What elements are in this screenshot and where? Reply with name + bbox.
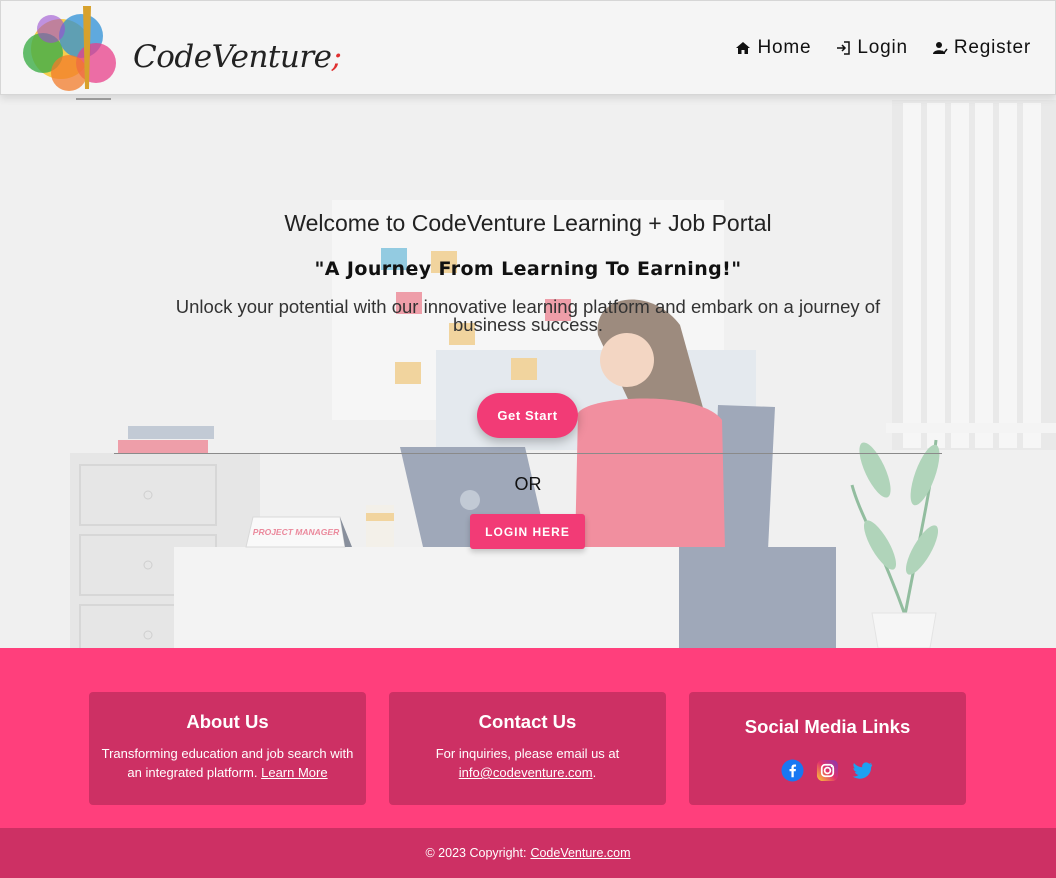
contact-us-text: For inquiries, please email us at info@co… xyxy=(435,746,620,780)
nav-login[interactable]: Login xyxy=(835,37,908,59)
contact-us-title: Contact Us xyxy=(478,711,577,732)
or-separator: OR xyxy=(514,474,542,494)
email-link[interactable]: info@codeventure.com xyxy=(459,765,593,780)
nameplate-text: PROJECT MANAGER xyxy=(253,527,340,537)
copyright-link[interactable]: CodeVenture.com xyxy=(530,846,630,860)
divider xyxy=(114,453,942,454)
hero-subtitle: "A Journey From Learning To Earning!" xyxy=(314,258,742,280)
login-here-button[interactable]: LOGIN HERE xyxy=(470,514,585,549)
twitter-icon[interactable] xyxy=(851,759,874,782)
hero-title: Welcome to CodeVenture Learning + Job Po… xyxy=(284,210,772,236)
office-illustration: PROJECT MANAGER xyxy=(70,100,1056,648)
about-us-card: About Us Transforming education and job … xyxy=(89,692,366,805)
nav-register-label: Register xyxy=(953,37,1031,58)
facebook-icon[interactable] xyxy=(781,759,804,782)
social-links-title: Social Media Links xyxy=(744,716,911,737)
copyright-text: © 2023 Copyright: xyxy=(425,846,527,860)
site-footer: About Us Transforming education and job … xyxy=(0,648,1056,828)
nav-home-label: Home xyxy=(757,37,812,58)
copyright-bar: © 2023 Copyright: CodeVenture.com xyxy=(0,828,1056,878)
get-start-button[interactable]: Get Start xyxy=(477,393,578,438)
nav-login-label: Login xyxy=(857,37,908,58)
hero-section: PROJECT MANAGER Welcome to CodeVenture L… xyxy=(0,95,1056,648)
learn-more-link[interactable]: Learn More xyxy=(261,765,327,780)
site-header: CodeVenture; Home Login Register xyxy=(0,0,1056,100)
paint-splash-logo-icon xyxy=(23,6,116,100)
about-us-title: About Us xyxy=(186,711,269,732)
main-nav: Home Login Register xyxy=(735,37,1031,59)
login-icon xyxy=(837,41,851,55)
about-us-text: Transforming education and job search wi… xyxy=(101,746,354,780)
hero-description: Unlock your potential with our innovativ… xyxy=(175,296,881,335)
nav-home[interactable]: Home xyxy=(735,37,811,59)
social-icons xyxy=(689,759,966,782)
logo-text: CodeVenture; xyxy=(133,39,342,75)
contact-us-card: Contact Us For inquiries, please email u… xyxy=(389,692,666,805)
logo[interactable]: CodeVenture; xyxy=(21,1,342,101)
instagram-icon[interactable] xyxy=(816,759,839,782)
social-links-card: Social Media Links xyxy=(689,692,966,805)
nav-register[interactable]: Register xyxy=(932,37,1031,59)
home-icon xyxy=(736,42,751,54)
register-icon xyxy=(932,42,948,55)
